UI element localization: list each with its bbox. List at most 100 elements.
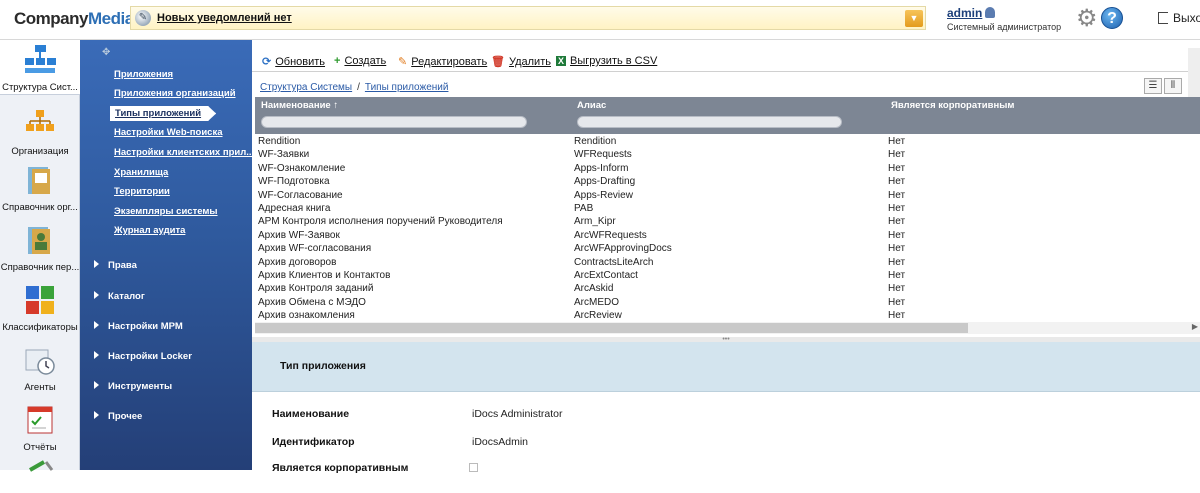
module-system-structure[interactable]: Структура Сист... [0, 40, 80, 95]
module-org-directory[interactable]: Справочник орг... [0, 164, 80, 213]
toolbar: ⟳ Обновить + Создать ✎ Редактировать 🗑 Удали… [252, 50, 1200, 72]
cell-name: Адресная книга [258, 202, 331, 214]
detail-value-identifier: iDocsAdmin [472, 436, 529, 448]
cell-corporate: Нет [888, 136, 906, 147]
pin-icon[interactable]: ✥ [102, 47, 110, 58]
table-row[interactable]: АРМ Контроля исполнения поручений Руково… [255, 216, 1200, 229]
nav-link-application-types[interactable]: Типы приложений [110, 106, 216, 121]
horizontal-scrollbar[interactable]: ▶ [255, 322, 1200, 334]
chevron-right-icon[interactable]: ▶ [1192, 322, 1198, 331]
table-row[interactable]: Архив Клиентов и Контактов ArcExtContact Н… [255, 270, 1200, 283]
cell-corporate: Нет [888, 243, 906, 255]
cell-name: Архив Контроля заданий [258, 283, 374, 295]
column-view-icon[interactable]: ⦀ [1164, 78, 1182, 94]
nav-link-applications[interactable]: Приложения [114, 69, 173, 80]
cell-alias: ArcExtContact [574, 269, 638, 281]
edit-label: Редактировать [411, 56, 488, 68]
module-organization[interactable]: Организация [0, 108, 80, 157]
edit-button[interactable]: ✎ Редактировать [398, 55, 487, 68]
nav-link-org-applications[interactable]: Приложения организаций [114, 88, 236, 99]
breadcrumb-root[interactable]: Структура Системы [260, 82, 352, 93]
table-row[interactable]: Архив договоров ContractsLiteArch Нет [255, 257, 1200, 270]
delete-button[interactable]: 🗑 Удалить [491, 55, 551, 68]
cell-alias: Apps-Inform [574, 162, 629, 174]
column-header-alias[interactable]: Алиас [577, 100, 606, 111]
nav-group-label: Каталог [108, 291, 145, 302]
breadcrumb-current[interactable]: Типы приложений [365, 82, 449, 93]
export-label: Выгрузить в CSV [570, 55, 658, 67]
help-icon[interactable]: ? [1101, 7, 1123, 29]
table-row[interactable]: Rendition Rendition Нет [255, 136, 1200, 149]
column-header-corporate[interactable]: Является корпоративным [891, 100, 1014, 111]
nav-group-label: Права [108, 260, 137, 271]
nav-group-catalog[interactable]: Каталог [94, 291, 145, 302]
logo-company-text: Company [14, 9, 88, 28]
cell-alias: ContractsLiteArch [574, 256, 654, 268]
table-row[interactable]: WF-Подготовка Apps-Drafting Нет [255, 176, 1200, 189]
cell-corporate: Нет [888, 189, 906, 201]
notification-icon: ✎ [135, 10, 151, 26]
table-row[interactable]: WF-Согласование Apps-Review Нет [255, 190, 1200, 203]
cell-corporate: Нет [888, 229, 906, 241]
module-agents[interactable]: Агенты [0, 344, 80, 393]
table-row[interactable]: WF-Ознакомление Apps-Inform Нет [255, 163, 1200, 176]
table-row[interactable]: Адресная книга PAB Нет [255, 203, 1200, 216]
nav-group-other[interactable]: Прочее [94, 411, 142, 422]
table-row[interactable]: Архив Контроля заданий ArcAskid Нет [255, 283, 1200, 296]
module-reports[interactable]: Отчёты [0, 404, 80, 453]
detail-label-identifier: Идентификатор [272, 436, 355, 448]
org-directory-icon [28, 167, 50, 194]
company-logo[interactable]: CompanyMedia [14, 9, 134, 29]
cell-corporate: Нет [888, 256, 906, 268]
scrollbar-thumb[interactable] [255, 323, 968, 333]
detail-label-name: Наименование [272, 408, 350, 420]
module-personnel-directory[interactable]: Справочник пер... [0, 224, 80, 273]
detail-label-corporate: Является корпоративным [272, 462, 409, 474]
cell-alias: ArcWFRequests [574, 229, 647, 241]
module-classifiers[interactable]: Классификаторы [0, 284, 80, 333]
grid-header: Наименование ↑ Алиас Является корпоратив… [255, 97, 1200, 134]
user-info: admin Системный администратор [947, 6, 1061, 32]
create-button[interactable]: + Создать [334, 55, 386, 67]
nav-link-client-app-settings[interactable]: Настройки клиентских прил... [114, 147, 254, 158]
table-row[interactable]: Архив WF-Заявок ArcWFRequests Нет [255, 230, 1200, 243]
module-more[interactable] [0, 458, 80, 493]
cell-corporate: Нет [888, 269, 906, 281]
excel-icon: X [556, 56, 567, 66]
column-header-name[interactable]: Наименование ↑ [261, 100, 338, 111]
nav-link-audit-log[interactable]: Журнал аудита [114, 225, 185, 236]
name-filter-input[interactable] [261, 116, 527, 128]
module-label: Агенты [24, 382, 56, 393]
nav-group-label: Настройки МРМ [108, 321, 183, 332]
cell-name: WF-Подготовка [258, 176, 330, 188]
table-row[interactable]: WF-Заявки WFRequests Нет [255, 149, 1200, 162]
nav-link-territories[interactable]: Территории [114, 186, 170, 197]
nav-link-system-instances[interactable]: Экземпляры системы [114, 206, 218, 217]
module-label: Классификаторы [2, 322, 78, 333]
refresh-button[interactable]: ⟳ Обновить [262, 55, 325, 68]
nav-link-storages[interactable]: Хранилища [114, 167, 168, 178]
user-role: Системный администратор [947, 22, 1062, 32]
top-bar: CompanyMedia ✎ Новых уведомлений нет ▼ a… [0, 0, 1200, 40]
create-label: Создать [344, 55, 387, 67]
cell-corporate: Нет [888, 310, 906, 322]
nav-link-web-search-settings[interactable]: Настройки Web-поиска [114, 127, 223, 138]
notification-bar: ✎ Новых уведомлений нет ▼ [130, 6, 926, 30]
nav-group-tools[interactable]: Инструменты [94, 381, 172, 392]
notification-text[interactable]: Новых уведомлений нет [157, 12, 292, 24]
nav-group-mrm-settings[interactable]: Настройки МРМ [94, 321, 183, 332]
nav-group-locker-settings[interactable]: Настройки Locker [94, 351, 192, 362]
chevron-down-icon[interactable]: ▼ [905, 10, 923, 27]
detail-corporate-checkbox [469, 463, 478, 472]
cell-corporate: Нет [888, 202, 906, 214]
export-csv-button[interactable]: X Выгрузить в CSV [556, 55, 657, 67]
table-row[interactable]: Архив WF-согласования ArcWFApprovingDocs Н… [255, 243, 1200, 256]
nav-group-rights[interactable]: Права [94, 260, 137, 271]
list-view-icon[interactable]: ☰ [1144, 78, 1162, 94]
alias-filter-input[interactable] [577, 116, 842, 128]
exit-button[interactable]: Выход [1158, 11, 1200, 25]
table-row[interactable]: Архив Обмена с МЭДО ArcMEDO Нет [255, 297, 1200, 310]
expand-icon [94, 411, 99, 419]
user-name-link[interactable]: admin [947, 6, 982, 20]
gear-icon[interactable]: ⚙ [1076, 7, 1100, 31]
